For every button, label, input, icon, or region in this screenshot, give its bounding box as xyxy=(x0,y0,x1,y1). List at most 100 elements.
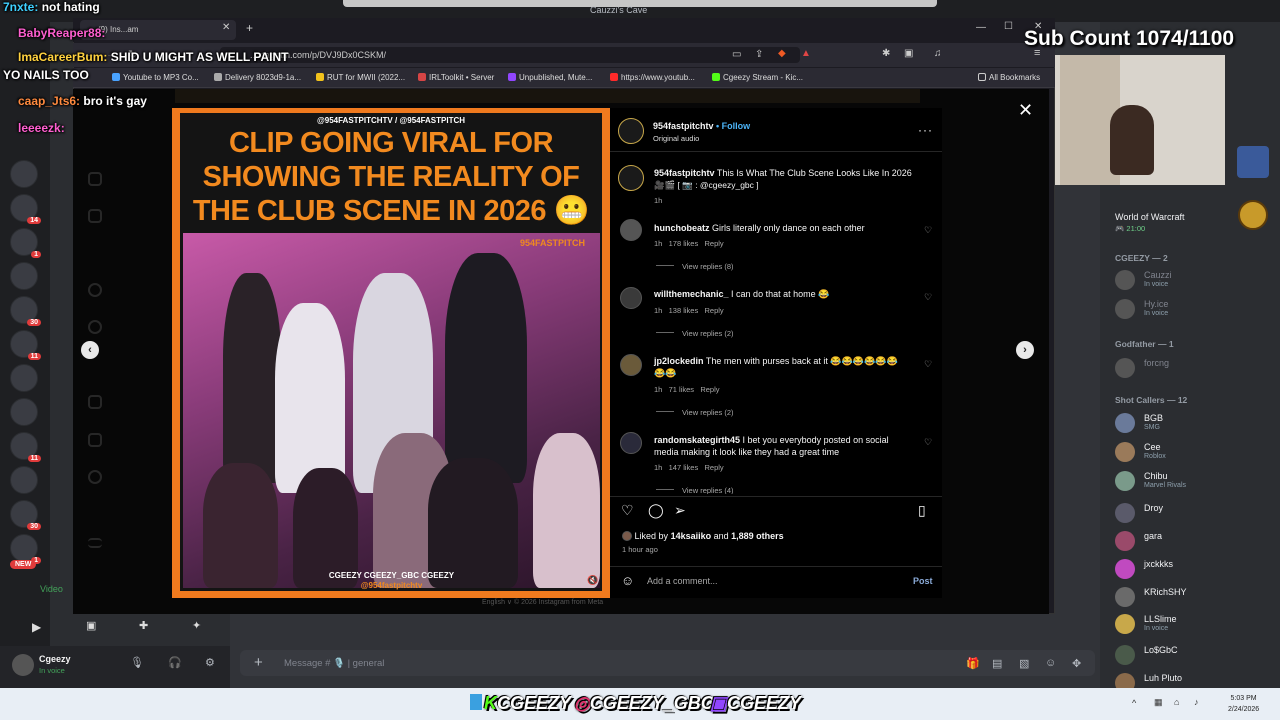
view-replies[interactable]: View replies (8) xyxy=(656,262,734,271)
liked-by-others[interactable]: 1,889 others xyxy=(731,531,784,541)
all-bookmarks[interactable]: All Bookmarks xyxy=(978,73,1040,82)
member-row[interactable]: Cauzzi In voice xyxy=(1115,269,1275,291)
settings-icon[interactable]: ⚙ xyxy=(205,656,215,669)
comment-like-icon[interactable]: ♡ xyxy=(924,359,932,370)
bookmark-item[interactable]: Delivery 8023d9-1a... xyxy=(214,73,301,82)
comment-avatar[interactable] xyxy=(620,219,642,241)
server-icon[interactable]: 14 xyxy=(10,194,41,224)
camera-icon[interactable]: ▶ xyxy=(32,620,41,634)
liked-by[interactable]: Liked by 14ksaiiko and 1,889 others xyxy=(622,531,784,541)
server-icon[interactable] xyxy=(10,160,38,188)
bookmark-item[interactable]: IRLToolkit • Server xyxy=(418,73,494,82)
server-icon[interactable] xyxy=(10,364,38,392)
liked-by-user[interactable]: 14ksaiiko xyxy=(671,531,712,541)
comment-user[interactable]: randomskategirth45 xyxy=(654,435,740,445)
share-icon[interactable]: ⇪ xyxy=(755,49,763,60)
bookmark-item[interactable]: https://www.youtub... xyxy=(610,73,695,82)
member-row[interactable]: BGB SMG xyxy=(1115,412,1275,434)
server-icon[interactable]: 1 xyxy=(10,534,41,564)
server-icon[interactable]: 11 xyxy=(10,432,41,462)
member-row[interactable]: Luh Pluto xyxy=(1115,672,1275,688)
brave-shield-icon[interactable]: ◆ xyxy=(778,48,786,59)
previous-post-icon[interactable]: ‹ xyxy=(81,341,99,359)
server-icon[interactable]: 30 xyxy=(10,296,41,326)
sticker-icon[interactable]: ▧ xyxy=(1019,657,1029,670)
member-row[interactable]: KRichSHY xyxy=(1115,586,1275,608)
game-activity[interactable]: World of Warcraft xyxy=(1115,212,1185,222)
member-row[interactable]: Hy.ice In voice xyxy=(1115,298,1275,320)
follow-button[interactable]: • Follow xyxy=(716,121,750,131)
comment-avatar[interactable] xyxy=(620,354,642,376)
member-row[interactable]: forcng xyxy=(1115,357,1275,379)
media-icon[interactable]: ♫ xyxy=(934,48,942,59)
gift-icon[interactable]: 🎁 xyxy=(966,657,980,670)
headphones-icon[interactable]: 🎧 xyxy=(168,656,182,669)
comment-likes[interactable]: 138 likes xyxy=(669,306,699,315)
bookmark-item[interactable]: Unpublished, Mute... xyxy=(508,73,592,82)
install-icon[interactable]: ▭ xyxy=(732,49,741,60)
volume-icon[interactable]: ♪ xyxy=(1194,697,1199,707)
member-row[interactable]: Cee Roblox xyxy=(1115,441,1275,463)
maximize-icon[interactable]: ☐ xyxy=(1004,21,1013,32)
tray-app-icon[interactable]: ▦ xyxy=(1154,697,1163,708)
screenshare-icon[interactable]: ▣ xyxy=(86,619,96,632)
comment-avatar[interactable] xyxy=(620,287,642,309)
soundboard-icon[interactable]: ✦ xyxy=(192,619,201,632)
member-row[interactable]: gara xyxy=(1115,530,1275,552)
reply-button[interactable]: Reply xyxy=(704,463,723,472)
comment-icon[interactable]: ◯ xyxy=(648,502,664,519)
mic-icon[interactable]: 🎙 xyxy=(130,656,144,669)
comment-like-icon[interactable]: ♡ xyxy=(924,292,932,303)
comment-likes[interactable]: 178 likes xyxy=(669,239,699,248)
audio-label[interactable]: Original audio xyxy=(653,134,699,143)
minimize-icon[interactable]: — xyxy=(976,22,986,33)
server-icon[interactable]: 30 xyxy=(10,500,41,530)
post-author[interactable]: 954fastpitchtv xyxy=(653,121,714,131)
member-row[interactable]: Chibu Marvel Rivals xyxy=(1115,470,1275,492)
member-row[interactable]: Lo$GbC xyxy=(1115,644,1275,666)
close-modal-icon[interactable]: ✕ xyxy=(1018,100,1033,121)
extensions-icon[interactable]: ✱ xyxy=(882,48,890,59)
mute-icon[interactable]: 🔇 xyxy=(587,575,598,586)
apps-icon[interactable]: ✥ xyxy=(1072,657,1081,670)
view-replies[interactable]: View replies (4) xyxy=(656,486,734,494)
comment-input[interactable]: Add a comment... xyxy=(647,576,718,586)
avatar[interactable] xyxy=(12,654,34,676)
comment-user[interactable]: willthemechanic_ xyxy=(654,289,729,299)
gif-icon[interactable]: ▤ xyxy=(992,657,1002,670)
caption-user[interactable]: 954fastpitchtv xyxy=(654,168,715,178)
member-row[interactable]: jxckkks xyxy=(1115,558,1275,580)
new-tab-icon[interactable]: + xyxy=(246,21,253,35)
taskbar-app-icon[interactable] xyxy=(470,694,482,710)
reply-button[interactable]: Reply xyxy=(704,239,723,248)
comment-likes[interactable]: 71 likes xyxy=(669,385,694,394)
comment-like-icon[interactable]: ♡ xyxy=(924,225,932,236)
like-icon[interactable]: ♡ xyxy=(621,502,634,519)
server-icon[interactable] xyxy=(10,398,38,426)
caption-avatar[interactable] xyxy=(618,165,644,191)
comment-user[interactable]: jp2lockedin xyxy=(654,356,704,366)
bookmark-item[interactable]: RUT for MWII (2022... xyxy=(316,73,405,82)
comment-avatar[interactable] xyxy=(620,432,642,454)
wallet-icon[interactable]: ▣ xyxy=(904,48,913,59)
bookmark-icon[interactable]: ▯ xyxy=(918,502,926,519)
author-avatar[interactable] xyxy=(618,118,644,144)
member-row[interactable]: LLSlime In voice xyxy=(1115,613,1275,635)
server-icon[interactable] xyxy=(10,262,38,290)
brave-rewards-icon[interactable]: ▲ xyxy=(801,48,811,59)
voice-label[interactable]: Video xyxy=(40,584,63,594)
emoji-picker-icon[interactable]: ☺ xyxy=(1045,657,1056,669)
server-icon[interactable] xyxy=(10,466,38,494)
view-replies[interactable]: View replies (2) xyxy=(656,329,734,338)
comment-user[interactable]: hunchobeatz xyxy=(654,223,710,233)
comment-likes[interactable]: 147 likes xyxy=(669,463,699,472)
system-clock[interactable]: 5:03 PM 2/24/2026 xyxy=(1228,693,1259,715)
server-icon[interactable]: 1 xyxy=(10,228,41,258)
network-icon[interactable]: ⌂ xyxy=(1174,697,1179,707)
add-attachment-icon[interactable]: + xyxy=(254,654,263,671)
close-tab-icon[interactable]: ✕ xyxy=(222,22,230,33)
bookmark-item[interactable]: Youtube to MP3 Co... xyxy=(112,73,199,82)
next-post-icon[interactable]: › xyxy=(1016,341,1034,359)
post-button[interactable]: Post xyxy=(913,576,933,586)
view-replies[interactable]: View replies (2) xyxy=(656,408,734,417)
